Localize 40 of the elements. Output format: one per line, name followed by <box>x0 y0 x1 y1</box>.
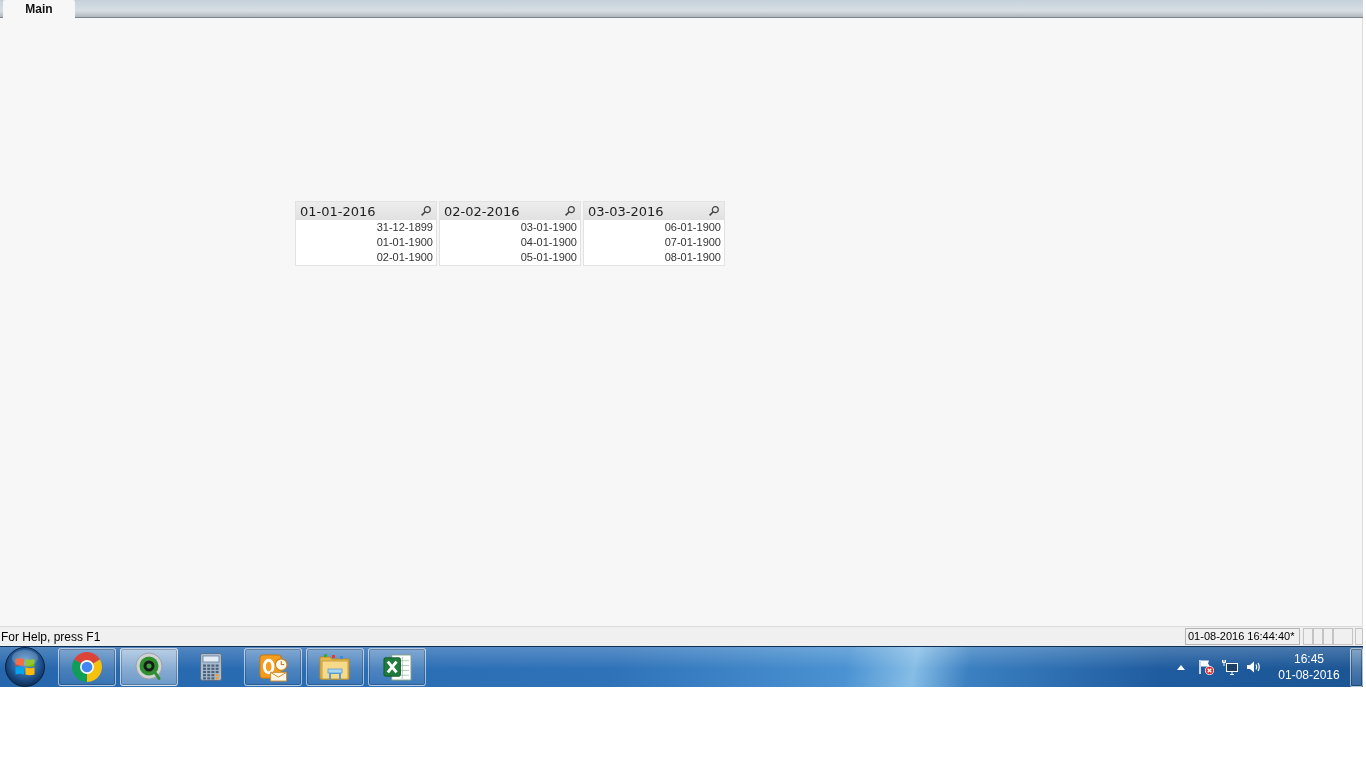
calculator-icon <box>200 653 222 681</box>
help-text: For Help, press F1 <box>0 630 101 643</box>
list-item[interactable]: 08-01-1900 <box>584 250 724 265</box>
list-item[interactable]: 06-01-1900 <box>584 220 724 235</box>
clock-time: 16:45 <box>1294 651 1324 667</box>
status-pane <box>1355 628 1363 645</box>
folder-icon <box>319 653 351 681</box>
list-item[interactable]: 04-01-1900 <box>440 235 580 250</box>
speaker-icon[interactable] <box>1246 660 1262 674</box>
status-pane <box>1313 628 1323 645</box>
list-item[interactable]: 07-01-1900 <box>584 235 724 250</box>
taskbar-button[interactable] <box>58 648 116 686</box>
list-item[interactable]: 02-01-1900 <box>296 250 436 265</box>
list-item[interactable]: 01-01-1900 <box>296 235 436 250</box>
mail-clock-icon <box>258 652 288 682</box>
show-desktop-button[interactable] <box>1350 647 1363 687</box>
list-item[interactable]: 31-12-1899 <box>296 220 436 235</box>
browser-icon <box>72 652 102 682</box>
search-icon[interactable] <box>565 206 575 216</box>
ring-icon <box>134 652 164 682</box>
taskbar-button[interactable] <box>120 648 178 686</box>
status-timestamp: 01-08-2016 16:44:40* <box>1185 628 1300 645</box>
search-icon[interactable] <box>709 206 719 216</box>
flag-icon[interactable] <box>1198 659 1214 675</box>
list-item[interactable]: 05-01-1900 <box>440 250 580 265</box>
listbox-title: 03-03-2016 <box>588 204 664 218</box>
clock-date: 01-08-2016 <box>1278 667 1340 683</box>
list-item[interactable]: 03-01-1900 <box>440 220 580 235</box>
taskbar-button[interactable] <box>244 648 302 686</box>
listbox-title: 02-02-2016 <box>444 204 520 218</box>
taskbar-button[interactable] <box>368 648 426 686</box>
up-arrow-icon[interactable] <box>1177 664 1185 670</box>
network-icon[interactable] <box>1222 659 1238 675</box>
spreadsheet-icon <box>382 652 412 682</box>
search-icon[interactable] <box>421 206 431 216</box>
status-pane <box>1303 628 1313 645</box>
listbox-title: 01-01-2016 <box>300 204 376 218</box>
windows-logo-icon <box>5 647 45 687</box>
start-button[interactable] <box>5 647 45 687</box>
sheet-tab[interactable]: Main <box>3 0 75 18</box>
